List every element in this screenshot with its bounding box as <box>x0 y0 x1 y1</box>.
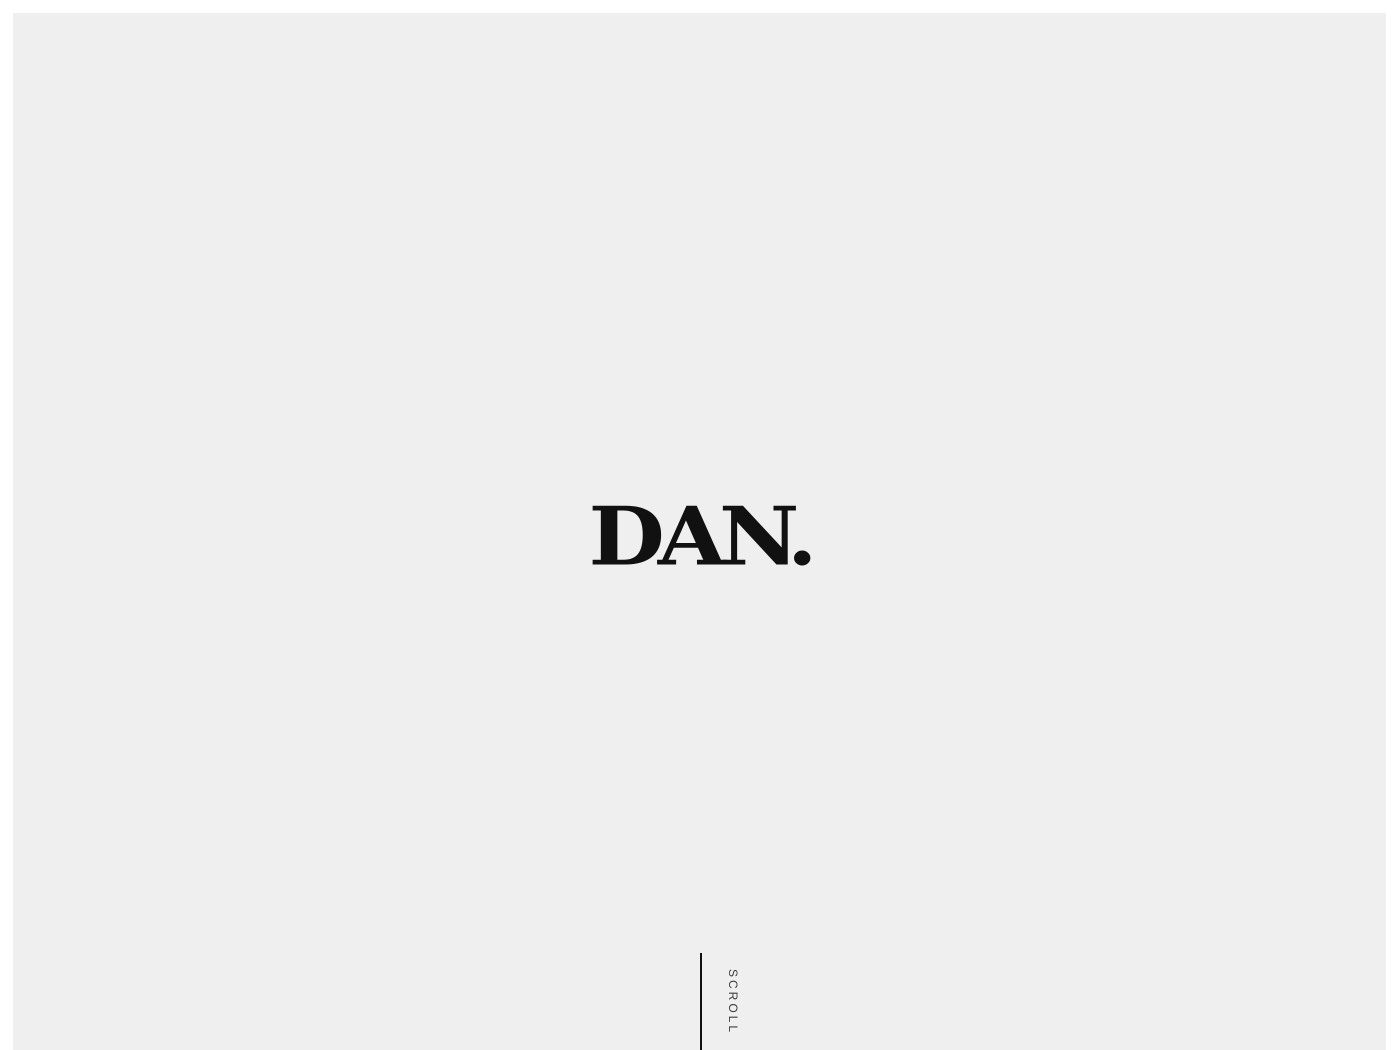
brand-logo[interactable]: DAN. <box>13 490 1386 582</box>
hero-section: DAN. SCROLL <box>13 13 1386 1050</box>
scroll-label[interactable]: SCROLL <box>726 969 740 1035</box>
scroll-line <box>700 953 702 1050</box>
